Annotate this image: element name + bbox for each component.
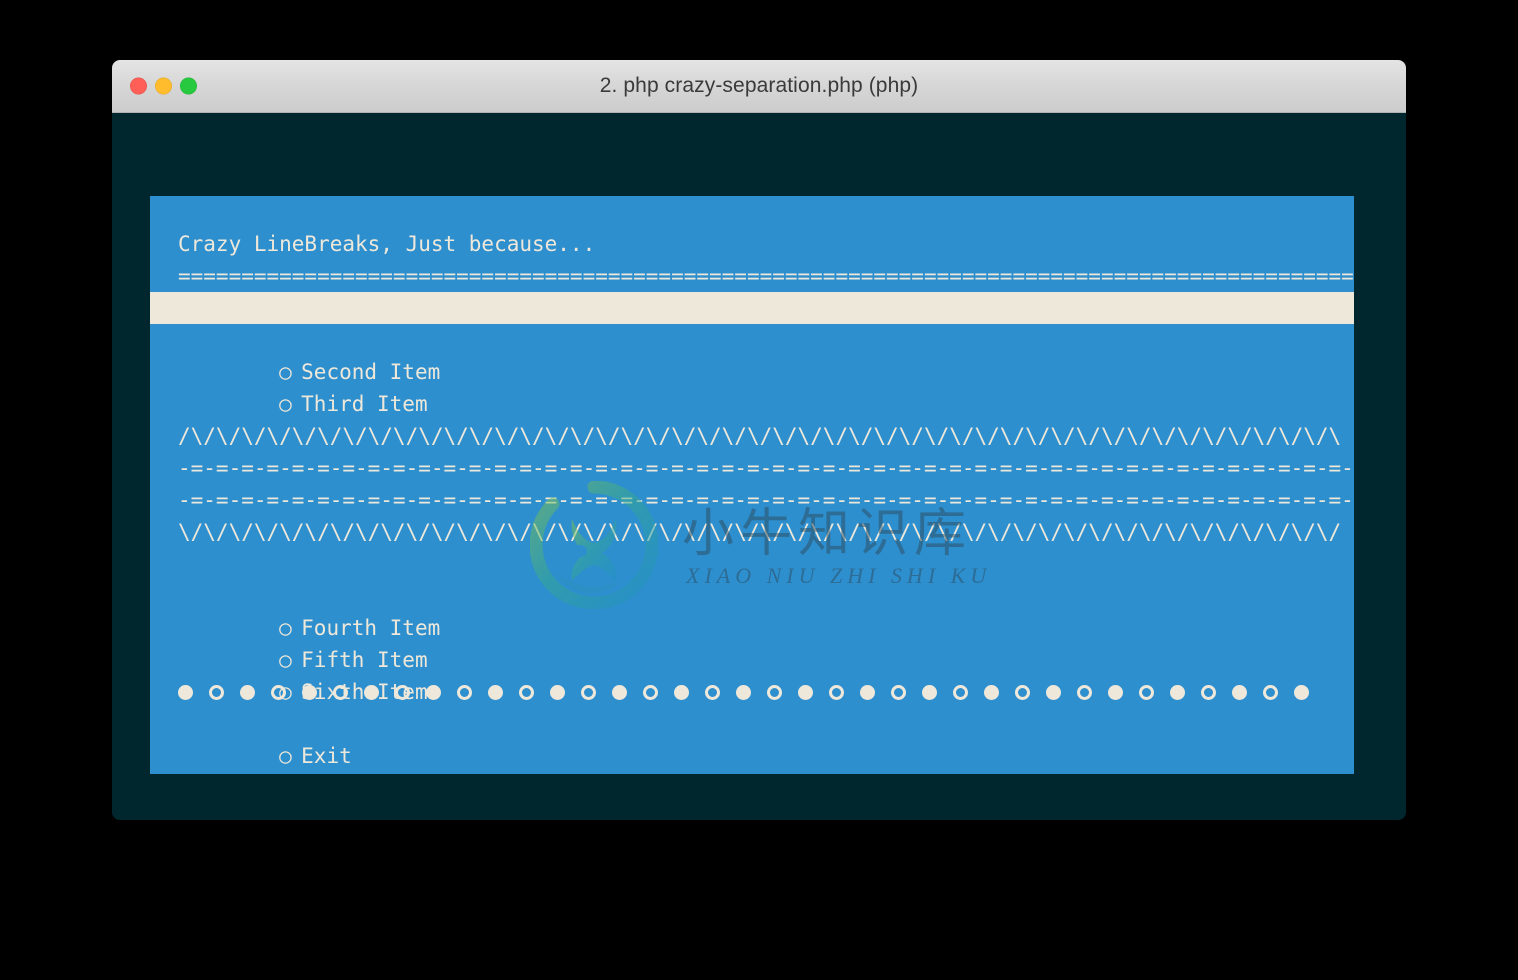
separator-circles	[150, 676, 1354, 708]
separator-dash-equals-1: -=-=-=-=-=-=-=-=-=-=-=-=-=-=-=-=-=-=-=-=…	[178, 456, 1354, 480]
circle-hollow-icon	[643, 676, 674, 708]
menu-item-exit[interactable]: ○ Exit	[150, 708, 1354, 768]
circle-filled-icon	[736, 676, 767, 708]
circle-filled-icon	[550, 676, 581, 708]
circle-filled-icon	[426, 676, 457, 708]
window-title: 2. php crazy-separation.php (php)	[599, 74, 919, 97]
separator-gap-bottom	[150, 548, 1354, 580]
circle-hollow-icon	[953, 676, 984, 708]
circle-filled-icon	[922, 676, 953, 708]
circle-hollow-icon	[1139, 676, 1170, 708]
circle-hollow-icon	[891, 676, 922, 708]
circle-hollow-icon	[1077, 676, 1108, 708]
menu-item-first[interactable]: ● First Item	[150, 292, 1354, 384]
terminal-body[interactable]: Crazy LineBreaks, Just because... ======…	[112, 113, 1406, 820]
circle-hollow-icon	[519, 676, 550, 708]
circle-filled-icon	[364, 676, 395, 708]
menu-item-sixth[interactable]: ○ Sixth Item	[150, 644, 1354, 704]
circle-hollow-icon	[1015, 676, 1046, 708]
circle-hollow-icon	[581, 676, 612, 708]
circle-hollow-icon	[271, 676, 302, 708]
circle-filled-icon	[488, 676, 519, 708]
circle-hollow-icon	[1201, 676, 1232, 708]
circle-filled-icon	[1046, 676, 1077, 708]
circle-filled-icon	[1294, 676, 1325, 708]
window-title-bar[interactable]: 2. php crazy-separation.php (php)	[112, 60, 1406, 113]
menu-item-label: Exit	[301, 744, 352, 768]
radio-unselected-icon: ○	[279, 392, 292, 416]
radio-unselected-icon: ○	[279, 744, 292, 768]
circle-hollow-icon	[395, 676, 426, 708]
cli-heading: Crazy LineBreaks, Just because...	[178, 232, 596, 256]
cli-heading-rule: ========================================…	[178, 264, 1354, 288]
menu-item-fifth[interactable]: ○ Fifth Item	[150, 612, 1354, 672]
cli-output-panel: Crazy LineBreaks, Just because... ======…	[150, 196, 1354, 774]
circle-filled-icon	[612, 676, 643, 708]
separator-zigzag-up: /\/\/\/\/\/\/\/\/\/\/\/\/\/\/\/\/\/\/\/\…	[178, 424, 1342, 448]
circle-filled-icon	[860, 676, 891, 708]
circle-filled-icon	[1232, 676, 1263, 708]
circle-hollow-icon	[457, 676, 488, 708]
circle-filled-icon	[1108, 676, 1139, 708]
circle-filled-icon	[240, 676, 271, 708]
circle-filled-icon	[1170, 676, 1201, 708]
circle-hollow-icon	[705, 676, 736, 708]
separator-zigzag-down: \/\/\/\/\/\/\/\/\/\/\/\/\/\/\/\/\/\/\/\/…	[178, 520, 1342, 544]
menu-item-fourth[interactable]: ○ Fourth Item	[150, 580, 1354, 640]
circle-hollow-icon	[767, 676, 798, 708]
circle-filled-icon	[178, 676, 209, 708]
circle-hollow-icon	[209, 676, 240, 708]
separator-dash-equals-2: -=-=-=-=-=-=-=-=-=-=-=-=-=-=-=-=-=-=-=-=…	[178, 488, 1354, 512]
circle-hollow-icon	[333, 676, 364, 708]
menu-item-label: Third Item	[301, 392, 428, 416]
menu-item-third[interactable]: ○ Third Item	[150, 356, 1354, 416]
circle-filled-icon	[984, 676, 1015, 708]
terminal-window[interactable]: 2. php crazy-separation.php (php) Crazy …	[112, 60, 1406, 820]
circle-filled-icon	[674, 676, 705, 708]
circle-hollow-icon	[829, 676, 860, 708]
circle-hollow-icon	[1263, 676, 1294, 708]
circle-filled-icon	[798, 676, 829, 708]
panel-top-padding	[150, 196, 1354, 228]
menu-item-second[interactable]: ○ Second Item	[150, 324, 1354, 384]
circle-filled-icon	[302, 676, 333, 708]
